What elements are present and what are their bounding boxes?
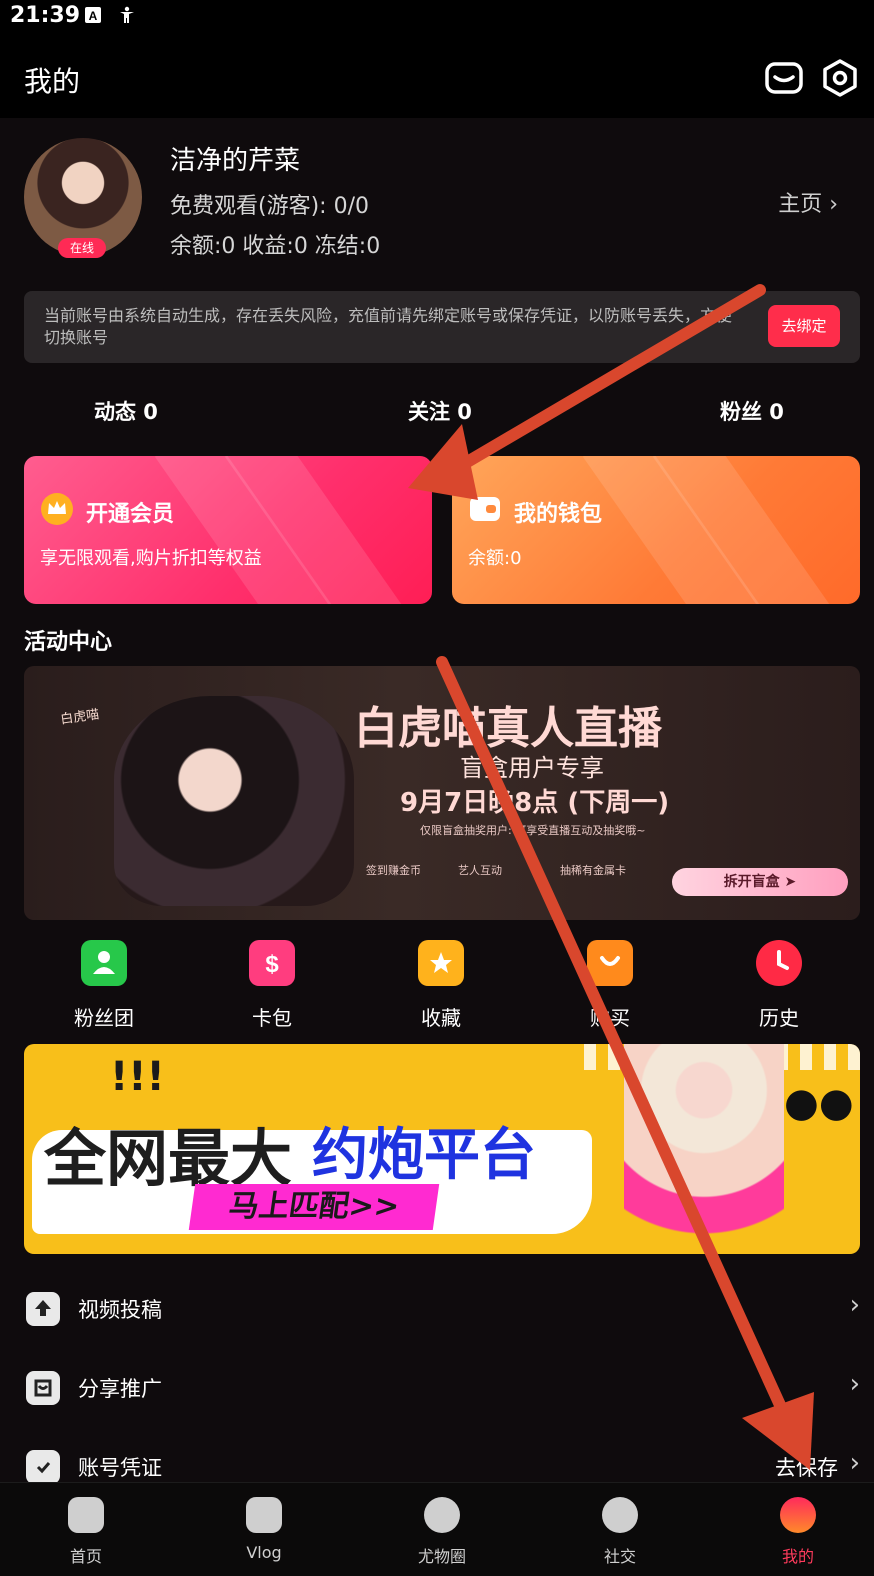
wallet-icon [468, 492, 502, 526]
crown-icon [40, 492, 74, 526]
activity-section-title: 活动中心 [24, 630, 113, 655]
shield-check-icon [26, 1450, 60, 1484]
home-icon [68, 1497, 104, 1533]
menu-share-promote[interactable]: 分享推广 › [0, 1359, 874, 1419]
banner-feature-cards: 抽稀有金属卡 [560, 864, 626, 877]
vip-subtitle: 享无限观看,购片折扣等权益 [40, 548, 262, 569]
tab-social[interactable]: 社交 [560, 1483, 680, 1576]
chevron-right-icon: › [849, 1290, 860, 1320]
vip-card[interactable]: 开通会员 享无限观看,购片折扣等权益 [24, 456, 432, 604]
quick-fan-club[interactable]: 粉丝团 [44, 940, 164, 1036]
share-icon [26, 1371, 60, 1405]
chevron-right-icon: › [849, 1369, 860, 1399]
accessibility-icon [118, 6, 136, 24]
homepage-link[interactable]: 主页 › [778, 186, 838, 218]
stat-following[interactable]: 关注 0 [408, 396, 472, 426]
play-icon [246, 1497, 282, 1533]
banner-exclaim: !!! [110, 1054, 165, 1100]
tab-label: 社交 [603, 1547, 636, 1566]
banner-date: 9月7日晚8点 (下周一) [400, 788, 670, 818]
quick-favorites[interactable]: 收藏 [381, 940, 501, 1036]
star-icon [418, 940, 464, 986]
vip-title: 开通会员 [86, 502, 175, 527]
stats-row: 动态 0 关注 0 粉丝 0 [0, 396, 874, 436]
banner-subtitle: 盲盒用户专享 [460, 754, 604, 782]
username: 洁净的芹菜 [170, 146, 301, 176]
ad-title-b: 约炮平台 [312, 1123, 536, 1188]
quick-label: 卡包 [252, 1006, 292, 1030]
wallet-title: 我的钱包 [514, 502, 603, 527]
card-pack-icon: $ [249, 940, 295, 986]
live-event-banner[interactable]: 白虎喵 白虎喵真人直播 盲盒用户专享 9月7日晚8点 (下周一) 仅限盲盒抽奖用… [24, 666, 860, 920]
stat-posts[interactable]: 动态 0 [94, 396, 158, 426]
banner-handwriting: 白虎喵 [59, 707, 101, 728]
tab-label: 首页 [69, 1547, 102, 1566]
wallet-balance: 余额:0 [468, 548, 522, 569]
tab-label: Vlog [246, 1543, 282, 1562]
wallet-card[interactable]: 我的钱包 余额:0 [452, 456, 860, 604]
tab-home[interactable]: 首页 [26, 1483, 146, 1576]
settings-icon[interactable] [820, 58, 860, 98]
quick-label: 购买 [590, 1006, 630, 1030]
top-header: 我的 [0, 34, 874, 118]
page-title: 我的 [24, 65, 81, 98]
svg-text:$: $ [265, 951, 279, 978]
tab-mine[interactable]: 我的 [738, 1483, 858, 1576]
shopping-bag-icon [587, 940, 633, 986]
user-profile-icon [780, 1497, 816, 1533]
banner-title: 白虎喵真人直播 [354, 703, 662, 754]
clock-icon [756, 940, 802, 986]
save-credential-link: 去保存 [775, 1456, 838, 1480]
eyes-icon: ●● [784, 1080, 854, 1126]
quick-history[interactable]: 历史 [719, 940, 839, 1036]
profile-section: 在线 洁净的芹菜 免费观看(游客): 0/0 余额:0 收益:0 冻结:0 主页… [0, 118, 874, 288]
menu-label: 分享推广 [78, 1377, 162, 1401]
svg-text:A: A [89, 9, 98, 23]
quick-card-pack[interactable]: $ 卡包 [212, 940, 332, 1036]
banner-feature-interact: 艺人互动 [458, 864, 502, 877]
ad-banner[interactable]: !!! 全网最大 约炮平台 马上匹配>> ●● [24, 1044, 860, 1254]
tab-label: 尤物圈 [417, 1547, 466, 1566]
bottom-tab-bar: 首页 Vlog 尤物圈 社交 我的 [0, 1482, 874, 1576]
online-badge: 在线 [58, 238, 106, 258]
message-icon[interactable] [764, 58, 804, 98]
open-blindbox-button[interactable]: 拆开盲盒 ➤ [672, 868, 848, 896]
fan-club-icon [81, 940, 127, 986]
heart-icon [424, 1497, 460, 1533]
tab-vlog[interactable]: Vlog [204, 1483, 324, 1576]
match-now-button[interactable]: 马上匹配>> [188, 1184, 440, 1230]
banner-feature-coins: 签到赚金币 [366, 864, 421, 877]
bind-account-button[interactable]: 去绑定 [768, 305, 840, 347]
quick-label: 粉丝团 [74, 1006, 134, 1030]
quick-label: 历史 [759, 1006, 799, 1030]
quick-label: 收藏 [421, 1006, 461, 1030]
quick-purchase[interactable]: 购买 [550, 940, 670, 1036]
balances-text: 余额:0 收益:0 冻结:0 [170, 234, 381, 259]
banner-photo [114, 696, 354, 906]
status-bar: 21:39 A [0, 0, 874, 34]
notice-text: 当前账号由系统自动生成，存在丢失风险，充值前请先绑定账号或保存凭证，以防账号丢失… [44, 306, 733, 347]
planet-icon [602, 1497, 638, 1533]
tab-youwu-circle[interactable]: 尤物圈 [382, 1483, 502, 1576]
menu-video-upload[interactable]: 视频投稿 › [0, 1280, 874, 1340]
notification-a-icon: A [84, 6, 102, 24]
chevron-right-icon: › [849, 1448, 860, 1478]
stat-followers[interactable]: 粉丝 0 [720, 396, 784, 426]
tab-label: 我的 [781, 1547, 814, 1566]
status-time: 21:39 [10, 3, 81, 28]
free-watch-count: 免费观看(游客): 0/0 [170, 194, 369, 219]
ad-photo [624, 1044, 784, 1254]
account-notice: 当前账号由系统自动生成，存在丢失风险，充值前请先绑定账号或保存凭证，以防账号丢失… [24, 291, 860, 363]
menu-label: 账号凭证 [78, 1456, 162, 1480]
upload-icon [26, 1292, 60, 1326]
menu-label: 视频投稿 [78, 1298, 162, 1322]
banner-note: 仅限盲盒抽奖用户: 可享受直播互动及抽奖哦~ [420, 824, 646, 837]
